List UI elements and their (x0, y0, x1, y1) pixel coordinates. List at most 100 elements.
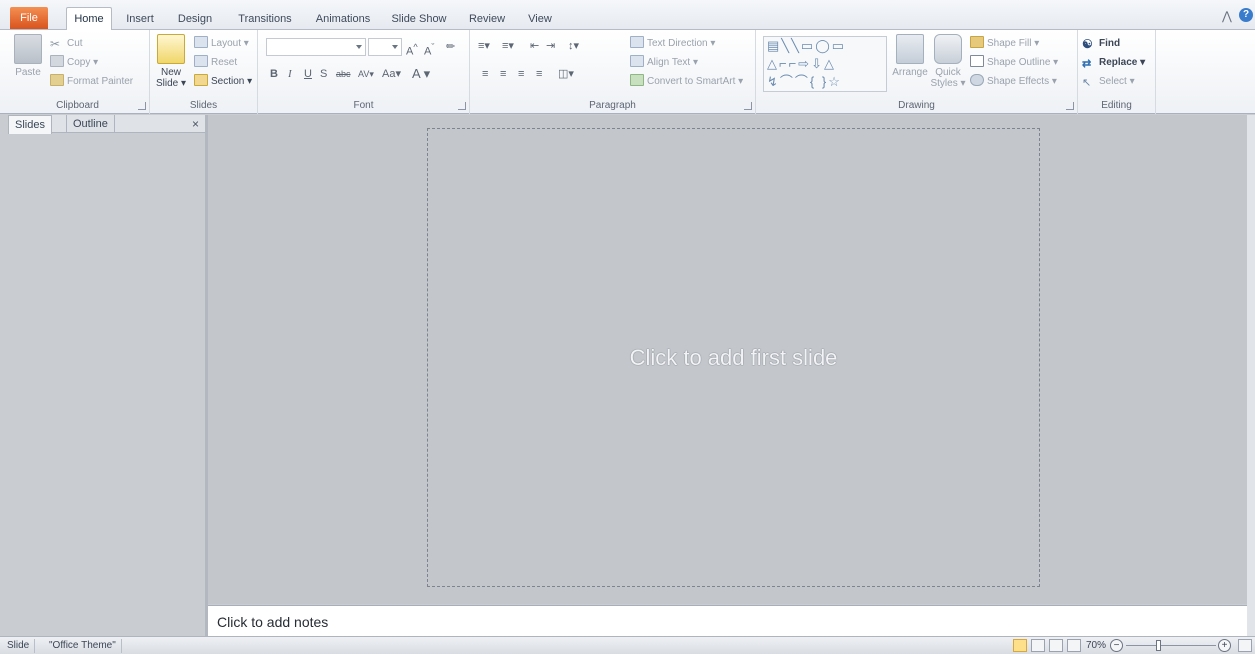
italic-icon[interactable]: I (288, 66, 292, 82)
clear-formatting-icon[interactable]: ✏ (446, 39, 455, 55)
section-icon (194, 74, 208, 86)
notes-placeholder[interactable]: Click to add notes (217, 614, 328, 630)
slide-canvas[interactable]: Click to add first slide (427, 128, 1040, 587)
layout-button[interactable]: Layout ▾ (194, 36, 249, 52)
slides-group-label: Slides (189, 100, 218, 111)
tab-animations[interactable]: Animations (312, 8, 374, 30)
tab-insert[interactable]: Insert (122, 8, 158, 30)
help-icon[interactable]: ? (1239, 8, 1253, 22)
shapes-gallery[interactable]: ▤╲╲▭◯▭ △⌐⌐⇨⇩△ ↯⌒⌒{ }☆ (763, 36, 887, 92)
chevron-down-icon (392, 45, 398, 49)
slide-sorter-view-icon[interactable] (1031, 639, 1045, 652)
find-button[interactable]: ☯ Find (1082, 36, 1120, 52)
tab-transitions[interactable]: Transitions (233, 8, 297, 30)
slides-group: New Slide ▾ Layout ▾ Reset Section ▾ Sli… (150, 30, 258, 114)
tab-slides[interactable]: Slides (8, 115, 52, 134)
arrange-icon (896, 34, 924, 64)
zoom-slider-thumb[interactable] (1156, 640, 1161, 651)
cut-button[interactable]: ✂ Cut (50, 36, 83, 52)
format-painter-icon (50, 74, 64, 86)
tab-slide-show[interactable]: Slide Show (388, 8, 450, 30)
zoom-out-icon[interactable]: − (1110, 639, 1123, 652)
shape-outline-button[interactable]: Shape Outline ▾ (970, 55, 1058, 71)
text-shadow-icon[interactable]: S (320, 66, 327, 82)
decrease-indent-icon[interactable]: ⇤ (530, 38, 539, 54)
text-direction-button[interactable]: Text Direction ▾ (630, 36, 715, 52)
strikethrough-icon[interactable]: abc (336, 66, 351, 82)
fit-to-window-icon[interactable] (1238, 639, 1252, 652)
zoom-slider-track[interactable] (1126, 645, 1216, 646)
character-spacing-icon[interactable]: AV▾ (358, 66, 374, 82)
arrange-button[interactable]: Arrange (892, 34, 928, 78)
replace-icon: ⇄ (1082, 58, 1092, 70)
columns-icon[interactable]: ◫▾ (558, 66, 574, 82)
change-case-icon[interactable]: Aa▾ (382, 66, 401, 82)
font-size-combobox[interactable] (368, 38, 402, 56)
normal-view-icon[interactable] (1013, 639, 1027, 652)
vertical-scrollbar[interactable] (1247, 115, 1255, 636)
tab-outline[interactable]: Outline (66, 115, 115, 133)
align-text-icon (630, 55, 644, 67)
font-name-combobox[interactable] (266, 38, 366, 56)
tab-home[interactable]: Home (66, 7, 112, 30)
notes-pane[interactable]: Click to add notes (208, 605, 1247, 636)
shape-fill-button[interactable]: Shape Fill ▾ (970, 36, 1039, 52)
slides-outline-pane: Slides Outline × (8, 115, 205, 636)
tab-view[interactable]: View (524, 8, 556, 30)
close-icon[interactable]: × (192, 117, 199, 131)
tab-design[interactable]: Design (175, 8, 215, 30)
align-right-icon[interactable]: ≡ (518, 66, 524, 82)
editing-group-label: Editing (1101, 100, 1132, 111)
section-button[interactable]: Section ▾ (194, 74, 252, 90)
paragraph-group-label: Paragraph (589, 100, 636, 111)
shapes-row-3: ↯⌒⌒{ }☆ (767, 74, 842, 89)
shrink-font-icon[interactable]: Aˇ (424, 39, 434, 58)
align-center-icon[interactable]: ≡ (500, 66, 506, 82)
bold-icon[interactable]: B (270, 66, 278, 82)
increase-indent-icon[interactable]: ⇥ (546, 38, 555, 54)
theme-indicator[interactable]: "Office Theme" (44, 639, 122, 653)
editing-group: ☯ Find ⇄ Replace ▾ ↖ Select ▾ Editing (1078, 30, 1156, 114)
underline-icon[interactable]: U (304, 66, 312, 82)
copy-icon (50, 55, 64, 67)
reset-button[interactable]: Reset (194, 55, 237, 71)
select-button[interactable]: ↖ Select ▾ (1082, 74, 1135, 90)
shapes-row-2: △⌐⌐⇨⇩△ (767, 56, 836, 71)
convert-smartart-button[interactable]: Convert to SmartArt ▾ (630, 74, 743, 90)
align-text-button[interactable]: Align Text ▾ (630, 55, 698, 71)
new-slide-button[interactable]: New Slide ▾ (154, 34, 188, 89)
tab-review[interactable]: Review (466, 8, 508, 30)
grow-font-icon[interactable]: A^ (406, 39, 418, 58)
copy-button[interactable]: Copy ▾ (50, 55, 98, 71)
scissors-icon: ✂ (50, 37, 61, 51)
quick-styles-button[interactable]: Quick Styles ▾ (930, 34, 966, 89)
font-group: A^ Aˇ ✏ B I U S abc AV▾ Aa▾ A ▾ Font (258, 30, 470, 114)
slide-show-view-icon[interactable] (1067, 639, 1081, 652)
paragraph-dialog-launcher-icon[interactable] (744, 102, 752, 110)
shape-effects-button[interactable]: Shape Effects ▾ (970, 74, 1057, 90)
paragraph-group: ≡▾ ≡▾ ⇤ ⇥ ↕▾ ≡ ≡ ≡ ≡ ◫▾ Text Direction ▾… (470, 30, 756, 114)
drawing-dialog-launcher-icon[interactable] (1066, 102, 1074, 110)
zoom-in-icon[interactable]: + (1218, 639, 1231, 652)
align-left-icon[interactable]: ≡ (482, 66, 488, 82)
numbering-icon[interactable]: ≡▾ (502, 38, 514, 54)
justify-icon[interactable]: ≡ (536, 66, 542, 82)
paint-bucket-icon (970, 36, 984, 48)
paste-button[interactable]: Paste (12, 34, 44, 78)
clipboard-dialog-launcher-icon[interactable] (138, 102, 146, 110)
chevron-down-icon (356, 45, 362, 49)
format-painter-button[interactable]: Format Painter (50, 74, 133, 90)
tab-file[interactable]: File (10, 7, 48, 29)
line-spacing-icon[interactable]: ↕▾ (568, 38, 579, 54)
minimize-ribbon-icon[interactable]: ⋀ (1222, 9, 1232, 23)
add-first-slide-placeholder[interactable]: Click to add first slide (428, 129, 1039, 586)
zoom-level[interactable]: 70% (1086, 639, 1106, 653)
font-color-icon[interactable]: A ▾ (412, 66, 430, 82)
drawing-group-label: Drawing (898, 100, 935, 111)
quick-styles-icon (934, 34, 962, 64)
bullets-icon[interactable]: ≡▾ (478, 38, 490, 54)
drawing-group: ▤╲╲▭◯▭ △⌐⌐⇨⇩△ ↯⌒⌒{ }☆ Arrange Quick Styl… (756, 30, 1078, 114)
font-dialog-launcher-icon[interactable] (458, 102, 466, 110)
reading-view-icon[interactable] (1049, 639, 1063, 652)
replace-button[interactable]: ⇄ Replace ▾ (1082, 55, 1145, 71)
